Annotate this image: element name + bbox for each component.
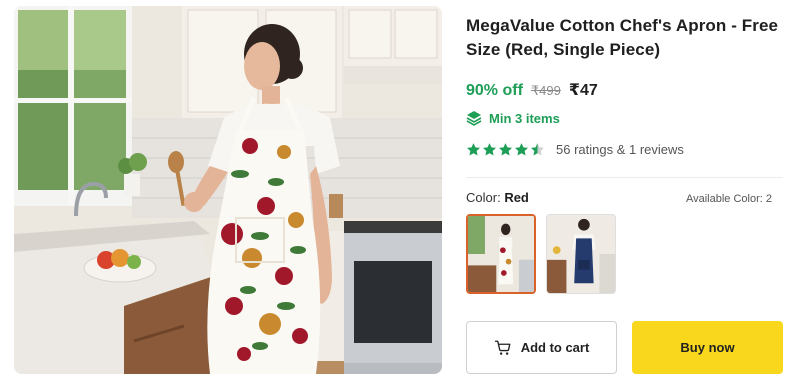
buy-now-button[interactable]: Buy now [632,321,783,374]
cart-icon [494,340,511,355]
star-rating [466,142,546,157]
apron-photo-illustration [14,6,442,374]
color-label: Color: Red [466,190,529,205]
product-main-image[interactable] [14,6,442,374]
product-details: MegaValue Cotton Chef's Apron - Free Siz… [466,14,786,374]
original-price: ₹499 [530,83,561,98]
add-to-cart-label: Add to cart [520,340,590,355]
buy-now-label: Buy now [680,340,735,355]
selected-color: Red [504,190,529,205]
star-icon [466,143,481,156]
selling-price: ₹47 [568,82,598,99]
color-swatches [466,214,626,294]
swatch-blue-thumbnail [547,215,615,293]
min-order-label: Min 3 items [489,110,560,126]
swatch-red-thumbnail [468,216,534,292]
layers-icon [466,111,482,126]
swatch-red[interactable] [466,214,536,294]
available-colors: Available Color: 2 [685,193,772,205]
color-row: Color: Red Available Color: 2 [466,190,772,205]
discount-badge: 90% off [466,82,523,99]
divider [466,177,783,178]
ratings-count[interactable]: 56 ratings & 1 reviews [556,142,684,157]
star-icon [498,143,513,156]
add-to-cart-button[interactable]: Add to cart [466,321,617,374]
swatch-blue[interactable] [546,214,616,294]
product-title: MegaValue Cotton Chef's Apron - Free Siz… [466,16,779,59]
rating-row[interactable]: 56 ratings & 1 reviews [466,142,684,157]
action-buttons: Add to cart Buy now [466,321,783,374]
price-row: 90% off ₹499 ₹47 [466,80,598,100]
min-order-row: Min 3 items [466,110,560,126]
star-icon [514,143,529,156]
half-star-icon [530,143,545,156]
color-label-text: Color: [466,190,501,205]
star-icon [482,143,497,156]
